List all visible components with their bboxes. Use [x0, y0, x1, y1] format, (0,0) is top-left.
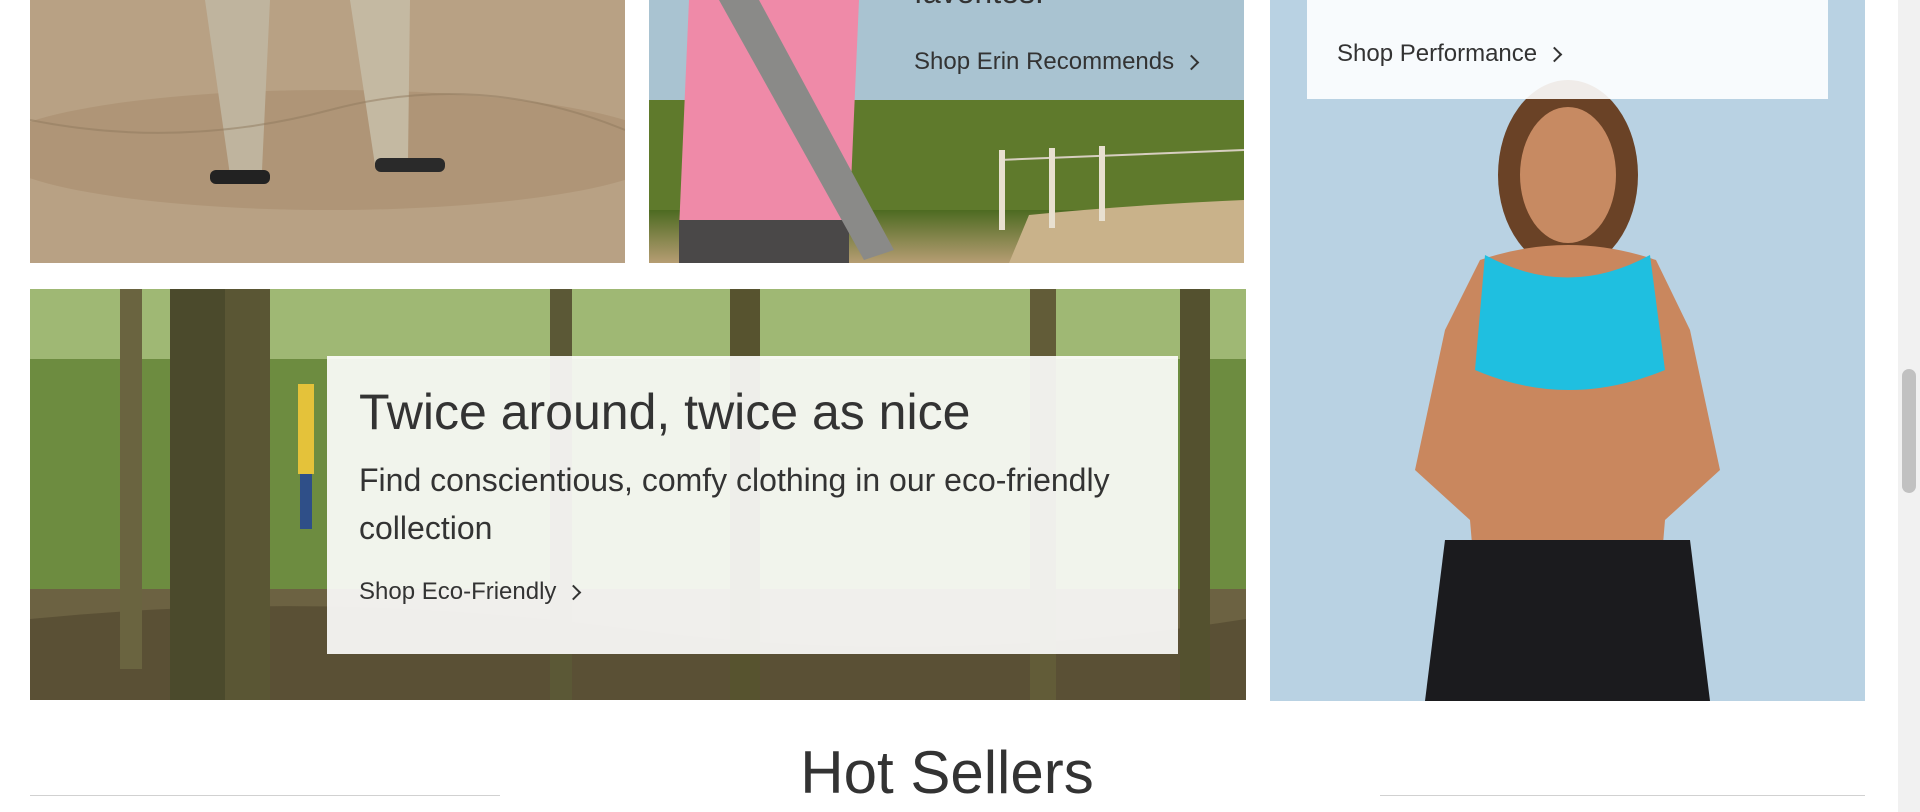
pants-promo-tile[interactable] [30, 0, 625, 263]
scrollbar-thumb[interactable] [1902, 369, 1916, 493]
chevron-right-icon [566, 584, 582, 600]
shop-performance-label: Shop Performance [1337, 40, 1538, 67]
shop-erin-recommends-link[interactable]: Shop Erin Recommends [914, 48, 1200, 76]
page: favorites! Shop Erin Recommends Twice a [0, 0, 1920, 812]
hot-sellers-title: Hot Sellers [800, 739, 1094, 806]
pants-sandals-image [30, 0, 625, 263]
chevron-right-icon [1183, 54, 1200, 71]
chevron-right-icon [1546, 46, 1563, 63]
shop-erin-recommends-label: Shop Erin Recommends [914, 48, 1175, 75]
vertical-scrollbar[interactable] [1898, 0, 1920, 812]
shop-performance-link[interactable]: Shop Performance [1337, 40, 1563, 68]
shop-eco-friendly-link[interactable]: Shop Eco-Friendly [359, 577, 582, 606]
eco-friendly-title: Twice around, twice as nice [359, 384, 971, 440]
performance-promo-tile[interactable] [1270, 0, 1865, 701]
shop-eco-friendly-label: Shop Eco-Friendly [359, 577, 557, 605]
eco-friendly-info: Find conscientious, comfy clothing in ou… [359, 461, 1110, 546]
erin-recommends-content: favorites! Shop Erin Recommends [914, 0, 1244, 90]
performance-woman-image [1270, 0, 1865, 701]
erin-recommends-info: favorites! [914, 0, 1044, 8]
erin-recommends-promo-tile[interactable]: favorites! Shop Erin Recommends [649, 0, 1244, 263]
eco-friendly-content: Twice around, twice as nice Find conscie… [327, 356, 1178, 654]
performance-content: Shop Performance [1307, 0, 1828, 99]
